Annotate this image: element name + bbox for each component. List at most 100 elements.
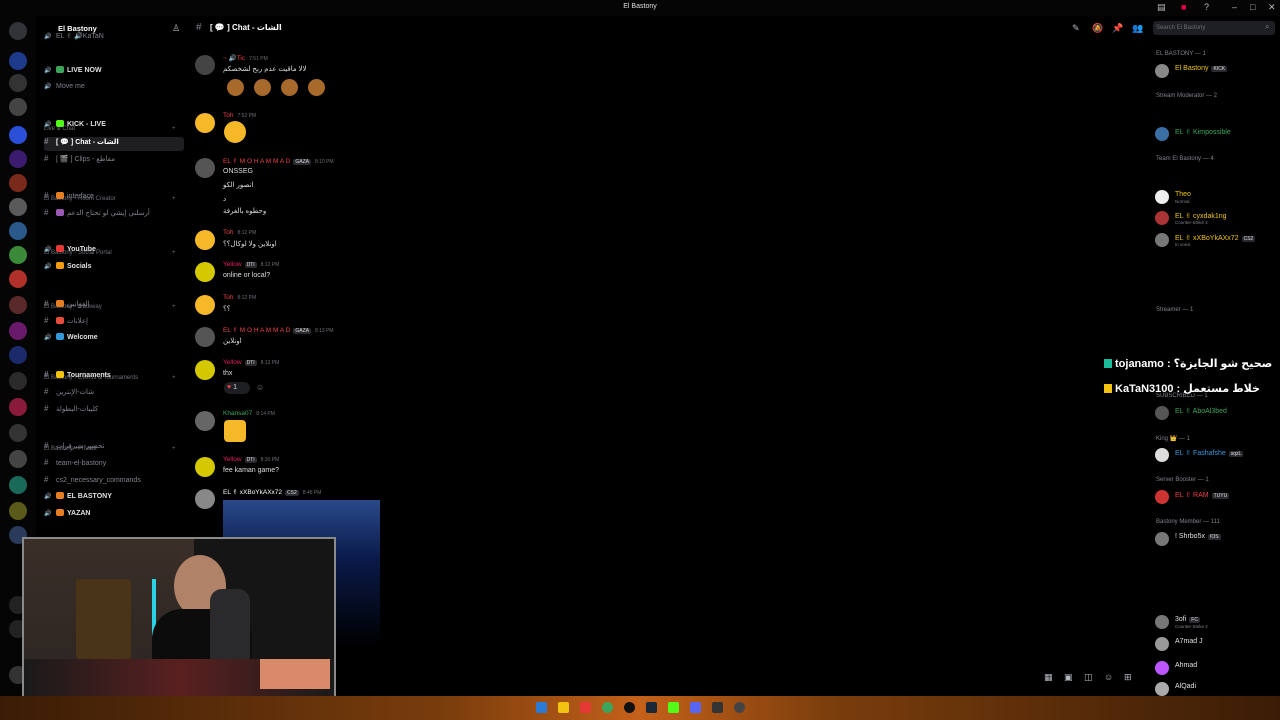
sticker-icon[interactable]: ◫ xyxy=(1084,672,1093,683)
username[interactable]: EL ✌ M O H A M M A D xyxy=(223,158,290,165)
add-reaction-icon[interactable]: ☺ xyxy=(256,383,264,392)
avatar[interactable] xyxy=(195,327,215,347)
channel-item[interactable]: 🔊 EL ✌ 🔊KaTaN xyxy=(44,32,184,46)
server-icon[interactable] xyxy=(9,398,27,416)
mute-icon[interactable]: 🔕 xyxy=(1092,23,1103,34)
app-icon[interactable] xyxy=(734,702,745,713)
channel-item[interactable]: # [ 🎬 ] Clips - مقاطع xyxy=(44,154,184,168)
avatar[interactable] xyxy=(195,262,215,282)
member-item[interactable]: Ahmad xyxy=(1155,661,1277,676)
channel-item[interactable]: # Tournaments xyxy=(44,370,184,384)
member-item[interactable]: El Bastony KICK xyxy=(1155,64,1277,79)
server-icon[interactable] xyxy=(9,222,27,240)
search-icon[interactable]: ⌕ xyxy=(1265,22,1269,32)
member-item[interactable]: A7mad J xyxy=(1155,637,1277,652)
obs-icon[interactable] xyxy=(624,702,635,713)
username[interactable]: Toh xyxy=(223,229,233,236)
channel-item[interactable]: # إعلانات xyxy=(44,316,184,330)
emoji-picker-icon[interactable]: ☺ xyxy=(1104,672,1113,682)
member-item[interactable]: EL ✌ cyxdak1ng Counter-Strike 2 xyxy=(1155,211,1277,226)
server-icon[interactable] xyxy=(9,322,27,340)
close-icon[interactable]: ✕ xyxy=(1268,2,1276,13)
home-icon[interactable] xyxy=(9,22,27,40)
search-input[interactable]: Search El Bastony xyxy=(1153,21,1275,35)
member-item[interactable]: EL ✌ xXBoYkAXx72 CS2 In voice xyxy=(1155,233,1277,248)
avatar[interactable] xyxy=(195,230,215,250)
server-icon[interactable] xyxy=(9,150,27,168)
username[interactable]: ~ 🔊Tic xyxy=(223,55,245,62)
channel-item[interactable]: 🔊 Move me xyxy=(44,83,184,97)
avatar[interactable] xyxy=(195,113,215,133)
avatar[interactable] xyxy=(195,55,215,75)
app-icon[interactable] xyxy=(712,702,723,713)
avatar[interactable] xyxy=(195,489,215,509)
server-icon[interactable] xyxy=(9,476,27,494)
reaction-pill[interactable]: ♥ 1 xyxy=(224,382,250,394)
server-icon[interactable] xyxy=(9,98,27,116)
channel-item[interactable]: # cs2_necessary_commands xyxy=(44,475,184,489)
member-item[interactable]: AlQadi xyxy=(1155,682,1277,697)
member-item[interactable]: EL ✌ RAM TUYU xyxy=(1155,490,1277,505)
alert-icon[interactable]: ■ xyxy=(1181,2,1186,12)
discord-icon[interactable] xyxy=(690,702,701,713)
apps-icon[interactable]: ⊞ xyxy=(1124,672,1132,683)
file-explorer-icon[interactable] xyxy=(558,702,569,713)
pin-icon[interactable]: 📌 xyxy=(1112,23,1123,34)
maximize-icon[interactable]: □ xyxy=(1250,2,1255,12)
windows-start-icon[interactable] xyxy=(536,702,547,713)
server-icon[interactable] xyxy=(9,126,27,144)
server-icon[interactable] xyxy=(9,174,27,192)
gif-icon[interactable]: ▣ xyxy=(1064,672,1073,683)
server-icon[interactable] xyxy=(9,74,27,92)
avatar[interactable] xyxy=(195,457,215,477)
chrome-icon[interactable] xyxy=(602,702,613,713)
username[interactable]: Khansa07 xyxy=(223,410,252,417)
youtube-icon[interactable] xyxy=(580,702,591,713)
threads-icon[interactable]: ✎ xyxy=(1072,23,1080,34)
channel-item[interactable]: # شات-الإنترين xyxy=(44,387,184,401)
avatar[interactable] xyxy=(195,158,215,178)
server-icon[interactable] xyxy=(9,502,27,520)
channel-item[interactable]: # القوانين xyxy=(44,299,184,313)
channel-item[interactable]: 🔊 YouTube xyxy=(44,245,184,259)
kick-icon[interactable] xyxy=(668,702,679,713)
channel-item[interactable]: 🔊 Socials xyxy=(44,262,184,276)
channel-item[interactable]: # interface xyxy=(44,191,184,205)
member-item[interactable]: Theo Normal xyxy=(1155,190,1277,205)
member-item[interactable]: EL ✌ Fashafshe sqzL xyxy=(1155,448,1277,463)
username[interactable]: Yellow xyxy=(223,456,242,463)
channel-item[interactable]: # team-el-bastony xyxy=(44,458,184,472)
channel-item[interactable]: 🔊 Welcome xyxy=(44,333,184,347)
member-item[interactable]: ! Shrbo5x IOS xyxy=(1155,532,1277,547)
server-icon[interactable] xyxy=(9,270,27,288)
channel-item[interactable]: # تحضير-سيرفرات xyxy=(44,441,184,455)
username[interactable]: Yellow xyxy=(223,261,242,268)
username[interactable]: Yellow xyxy=(223,359,242,366)
member-item[interactable]: EL ✌ Kimpossible xyxy=(1155,127,1277,142)
server-icon[interactable] xyxy=(9,346,27,364)
channel-item[interactable]: 🔊 KICK - LIVE xyxy=(44,120,184,134)
gift-icon[interactable]: ▦ xyxy=(1044,672,1053,683)
server-icon[interactable] xyxy=(9,450,27,468)
help-icon[interactable]: ? xyxy=(1204,2,1209,12)
steam-icon[interactable] xyxy=(646,702,657,713)
username[interactable]: Toh xyxy=(223,112,233,119)
inbox-icon[interactable]: ▤ xyxy=(1157,2,1166,13)
channel-item[interactable]: 🔊 EL BASTONY xyxy=(44,492,184,506)
server-icon[interactable] xyxy=(9,372,27,390)
members-icon[interactable]: 👥 xyxy=(1132,23,1143,34)
server-icon[interactable] xyxy=(9,52,27,70)
channel-item[interactable]: 🔊 LIVE NOW xyxy=(44,66,184,80)
member-item[interactable]: 3ofi FC Counter-Strike 2 xyxy=(1155,615,1277,630)
avatar[interactable] xyxy=(195,411,215,431)
channel-item[interactable]: # أرسلني إيشي لو تحتاج الدعم xyxy=(44,208,184,222)
channel-item[interactable]: # [ 💬 ] Chat - الشات xyxy=(44,137,184,151)
server-icon[interactable] xyxy=(9,424,27,442)
channel-item[interactable]: 🔊 YAZAN xyxy=(44,509,184,523)
avatar[interactable] xyxy=(195,295,215,315)
avatar[interactable] xyxy=(195,360,215,380)
username[interactable]: Toh xyxy=(223,294,233,301)
member-item[interactable]: EL ✌ AboAl3bed xyxy=(1155,406,1277,421)
minimize-icon[interactable]: – xyxy=(1232,2,1237,12)
channel-item[interactable]: # كليبات-البطولة xyxy=(44,404,184,418)
